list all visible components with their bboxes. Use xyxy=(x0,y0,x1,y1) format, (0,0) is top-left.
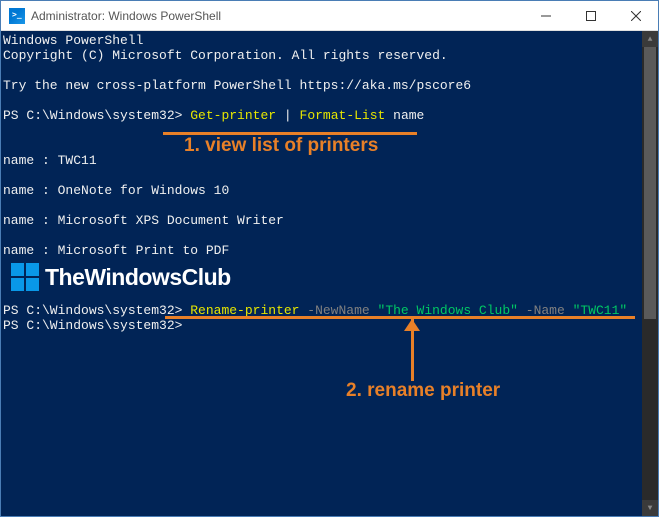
watermark-text: TheWindowsClub xyxy=(45,270,231,285)
titlebar[interactable]: Administrator: Windows PowerShell xyxy=(1,1,658,31)
header-line2: Copyright (C) Microsoft Corporation. All… xyxy=(3,48,448,63)
header-line1: Windows PowerShell xyxy=(3,33,143,48)
prompt-3: PS C:\Windows\system32> xyxy=(3,318,182,333)
cmd1-pipe: | xyxy=(284,108,292,123)
annotation-underline-2 xyxy=(165,316,635,319)
window-controls xyxy=(523,1,658,30)
prompt-1: PS C:\Windows\system32> xyxy=(3,108,182,123)
annotation-arrow-line xyxy=(411,319,414,381)
printer-1: TWC11 xyxy=(58,153,97,168)
printer-4: Microsoft Print to PDF xyxy=(58,243,230,258)
scroll-down-icon[interactable]: ▼ xyxy=(642,500,658,516)
window-title: Administrator: Windows PowerShell xyxy=(31,9,523,23)
console-area[interactable]: Windows PowerShell Copyright (C) Microso… xyxy=(1,31,658,516)
try-message: Try the new cross-platform PowerShell ht… xyxy=(3,78,471,93)
result-label-1: name : xyxy=(3,153,50,168)
result-label-3: name : xyxy=(3,213,50,228)
watermark: TheWindowsClub xyxy=(11,263,231,291)
close-button[interactable] xyxy=(613,1,658,30)
annotation-text-1: 1. view list of printers xyxy=(184,138,378,153)
maximize-button[interactable] xyxy=(568,1,613,30)
scrollbar-thumb[interactable] xyxy=(644,47,656,319)
scrollbar-track[interactable] xyxy=(642,47,658,500)
cmd1-formatlist: Format-List xyxy=(300,108,386,123)
annotation-text-2: 2. rename printer xyxy=(346,383,500,398)
result-label-2: name : xyxy=(3,183,50,198)
scroll-up-icon[interactable]: ▲ xyxy=(642,31,658,47)
windows-logo-icon xyxy=(11,263,39,291)
result-label-4: name : xyxy=(3,243,50,258)
vertical-scrollbar[interactable]: ▲ ▼ xyxy=(642,31,658,516)
powershell-icon xyxy=(9,8,25,24)
prompt-2: PS C:\Windows\system32> xyxy=(3,303,182,318)
cmd1-arg: name xyxy=(393,108,424,123)
printer-3: Microsoft XPS Document Writer xyxy=(58,213,284,228)
printer-2: OneNote for Windows 10 xyxy=(58,183,230,198)
minimize-button[interactable] xyxy=(523,1,568,30)
powershell-window: Administrator: Windows PowerShell Window… xyxy=(0,0,659,517)
cmd1-getprinter: Get-printer xyxy=(190,108,276,123)
